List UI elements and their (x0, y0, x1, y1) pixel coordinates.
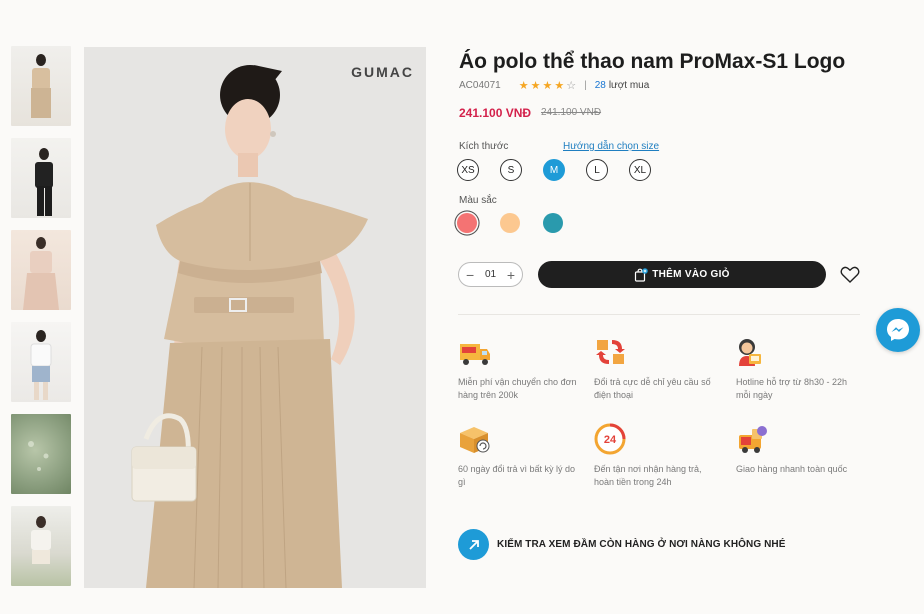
model-illustration (131, 65, 368, 588)
feature-text: Đổi trả cực dễ chỉ yêu cầu số điện thoại (594, 377, 711, 400)
thumbnail-1[interactable] (11, 46, 71, 126)
thumbnail-4[interactable] (11, 322, 71, 402)
feature-return: 60 ngày đổi trả vì bất kỳ lý do gì (458, 423, 583, 489)
hotline-support-icon (736, 336, 770, 368)
color-label: Màu sắc (459, 195, 497, 206)
quantity-increase-button[interactable]: + (507, 268, 515, 282)
size-guide-link[interactable]: Hướng dẫn chọn size (563, 141, 659, 152)
check-store-label: KIỂM TRA XEM ĐẦM CÒN HÀNG Ở NƠI NÀNG KHÔ… (497, 539, 786, 550)
thumbnail-2[interactable] (11, 138, 71, 218)
product-price: 241.100 VNĐ (459, 106, 532, 120)
add-to-cart-button[interactable]: THÊM VÀO GIỎ (538, 261, 826, 288)
feature-text: Đến tận nơi nhận hàng trả, hoàn tiền tro… (594, 464, 702, 487)
check-store-availability[interactable]: KIỂM TRA XEM ĐẦM CÒN HÀNG Ở NƠI NÀNG KHÔ… (458, 529, 786, 560)
feature-text: Giao hàng nhanh toàn quốc (736, 464, 848, 474)
exchange-boxes-icon (594, 336, 628, 368)
feature-text: 60 ngày đổi trả vì bất kỳ lý do gì (458, 464, 576, 487)
section-divider (458, 314, 860, 315)
size-label: Kích thước (459, 141, 509, 152)
star-icon: ★ (518, 80, 531, 92)
size-options: XS S M L XL (457, 159, 672, 181)
feature-hotline: Hotline hỗ trợ từ 8h30 - 22h mỗi ngày (736, 336, 861, 402)
arrow-up-right-icon (458, 529, 489, 560)
size-option-l[interactable]: L (586, 159, 608, 181)
quantity-value[interactable]: 01 (485, 269, 496, 280)
size-option-s[interactable]: S (500, 159, 522, 181)
messenger-icon (887, 319, 909, 341)
color-options (457, 213, 586, 233)
product-sku: AC04071 (459, 80, 501, 91)
quantity-decrease-button[interactable]: − (466, 268, 474, 282)
buy-count-label: lượt mua (608, 80, 650, 91)
color-swatch-peach[interactable] (500, 213, 520, 233)
thumbnail-3[interactable] (11, 230, 71, 310)
add-to-cart-label: THÊM VÀO GIỎ (652, 269, 730, 280)
svg-text:24: 24 (604, 434, 617, 446)
fast-delivery-icon (736, 423, 770, 455)
free-shipping-truck-icon (458, 336, 492, 368)
star-outline-icon: ☆ (566, 80, 579, 92)
feature-text: Miễn phí vận chuyển cho đơn hàng trên 20… (458, 377, 577, 400)
brand-watermark: GUMAC (351, 64, 414, 80)
product-meta: AC04071 ★★★★☆ | 28 lượt mua (459, 79, 649, 92)
size-option-m[interactable]: M (543, 159, 565, 181)
thumbnail-6[interactable] (11, 506, 71, 586)
star-icon: ★ (530, 80, 543, 92)
product-main-image[interactable]: GUMAC (84, 47, 426, 588)
return-box-icon (458, 423, 492, 455)
color-swatch-coral[interactable] (457, 213, 477, 233)
star-icon: ★ (542, 80, 555, 92)
quantity-stepper: − 01 + (458, 262, 523, 287)
meta-separator: | (584, 80, 587, 91)
product-title: Áo polo thể thao nam ProMax-S1 Logo (459, 50, 846, 73)
wishlist-heart-icon[interactable] (840, 266, 860, 289)
size-option-xl[interactable]: XL (629, 159, 651, 181)
feature-24h: 24 Đến tận nơi nhận hàng trả, hoàn tiền … (594, 423, 719, 489)
feature-text: Hotline hỗ trợ từ 8h30 - 22h mỗi ngày (736, 377, 847, 400)
24h-clock-icon: 24 (594, 423, 628, 455)
shopping-bag-icon (634, 268, 649, 282)
messenger-chat-button[interactable] (876, 308, 920, 352)
rating-stars[interactable]: ★★★★☆ (519, 79, 578, 92)
buy-count: 28 (594, 80, 606, 91)
thumbnail-5[interactable] (11, 414, 71, 494)
color-swatch-teal[interactable] (543, 213, 563, 233)
product-old-price: 241.100 VNĐ (541, 107, 602, 118)
feature-free-shipping: Miễn phí vận chuyển cho đơn hàng trên 20… (458, 336, 583, 402)
feature-fast-delivery: Giao hàng nhanh toàn quốc (736, 423, 861, 476)
size-option-xs[interactable]: XS (457, 159, 479, 181)
star-icon: ★ (554, 80, 567, 92)
feature-exchange: Đổi trả cực dễ chỉ yêu cầu số điện thoại (594, 336, 719, 402)
thumbnail-gallery (11, 46, 71, 598)
